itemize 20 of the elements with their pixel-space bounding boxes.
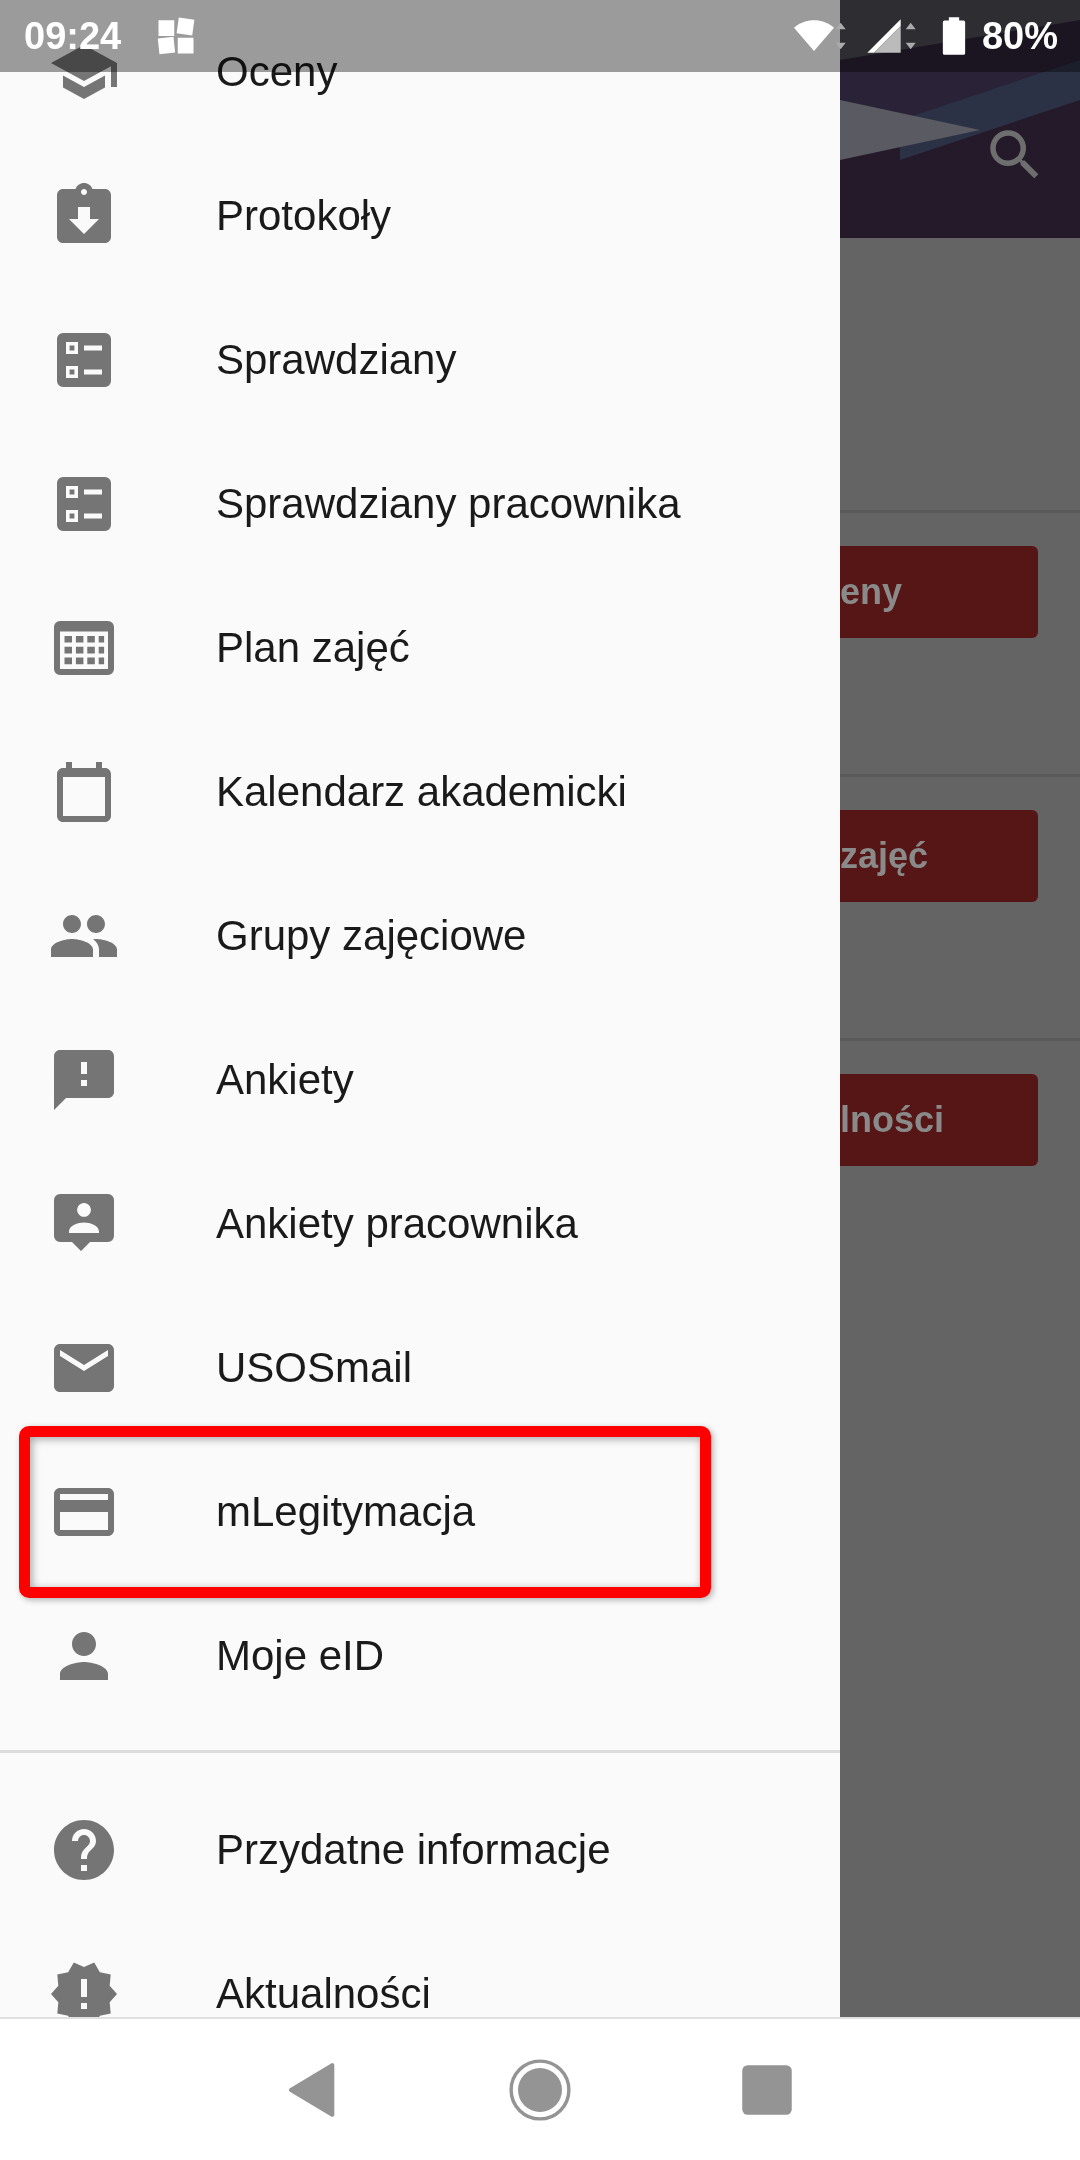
- menu-item[interactable]: Ankiety: [216, 1059, 354, 1101]
- menu-item[interactable]: mLegitymacja: [216, 1491, 476, 1533]
- menu-item[interactable]: Przydatne informacje: [216, 1829, 611, 1871]
- menu-item[interactable]: Plan zajęć: [216, 627, 410, 669]
- dimmed-button[interactable]: eny: [840, 546, 1038, 638]
- menu-item[interactable]: Sprawdziany pracownika: [216, 483, 681, 525]
- dimmed-button[interactable]: lności: [840, 1074, 1038, 1166]
- menu-item[interactable]: Sprawdziany: [216, 339, 457, 381]
- clock: 09:24: [24, 14, 122, 58]
- menu-item[interactable]: Kalendarz akademicki: [216, 771, 627, 813]
- menu-item[interactable]: Moje eID: [216, 1635, 385, 1677]
- menu-item[interactable]: Grupy zajęciowe: [216, 915, 527, 957]
- menu-item[interactable]: Oceny: [216, 51, 338, 93]
- home-icon[interactable]: [507, 2056, 573, 2123]
- dimmed-button[interactable]: zajęć: [840, 810, 1038, 902]
- menu-item[interactable]: Protokoły: [216, 195, 392, 237]
- menu-item[interactable]: Aktualności: [216, 1973, 431, 2015]
- battery-level: 80%: [981, 14, 1058, 58]
- menu-item[interactable]: USOSmail: [216, 1347, 413, 1389]
- menu-item[interactable]: Ankiety pracownika: [216, 1203, 578, 1245]
